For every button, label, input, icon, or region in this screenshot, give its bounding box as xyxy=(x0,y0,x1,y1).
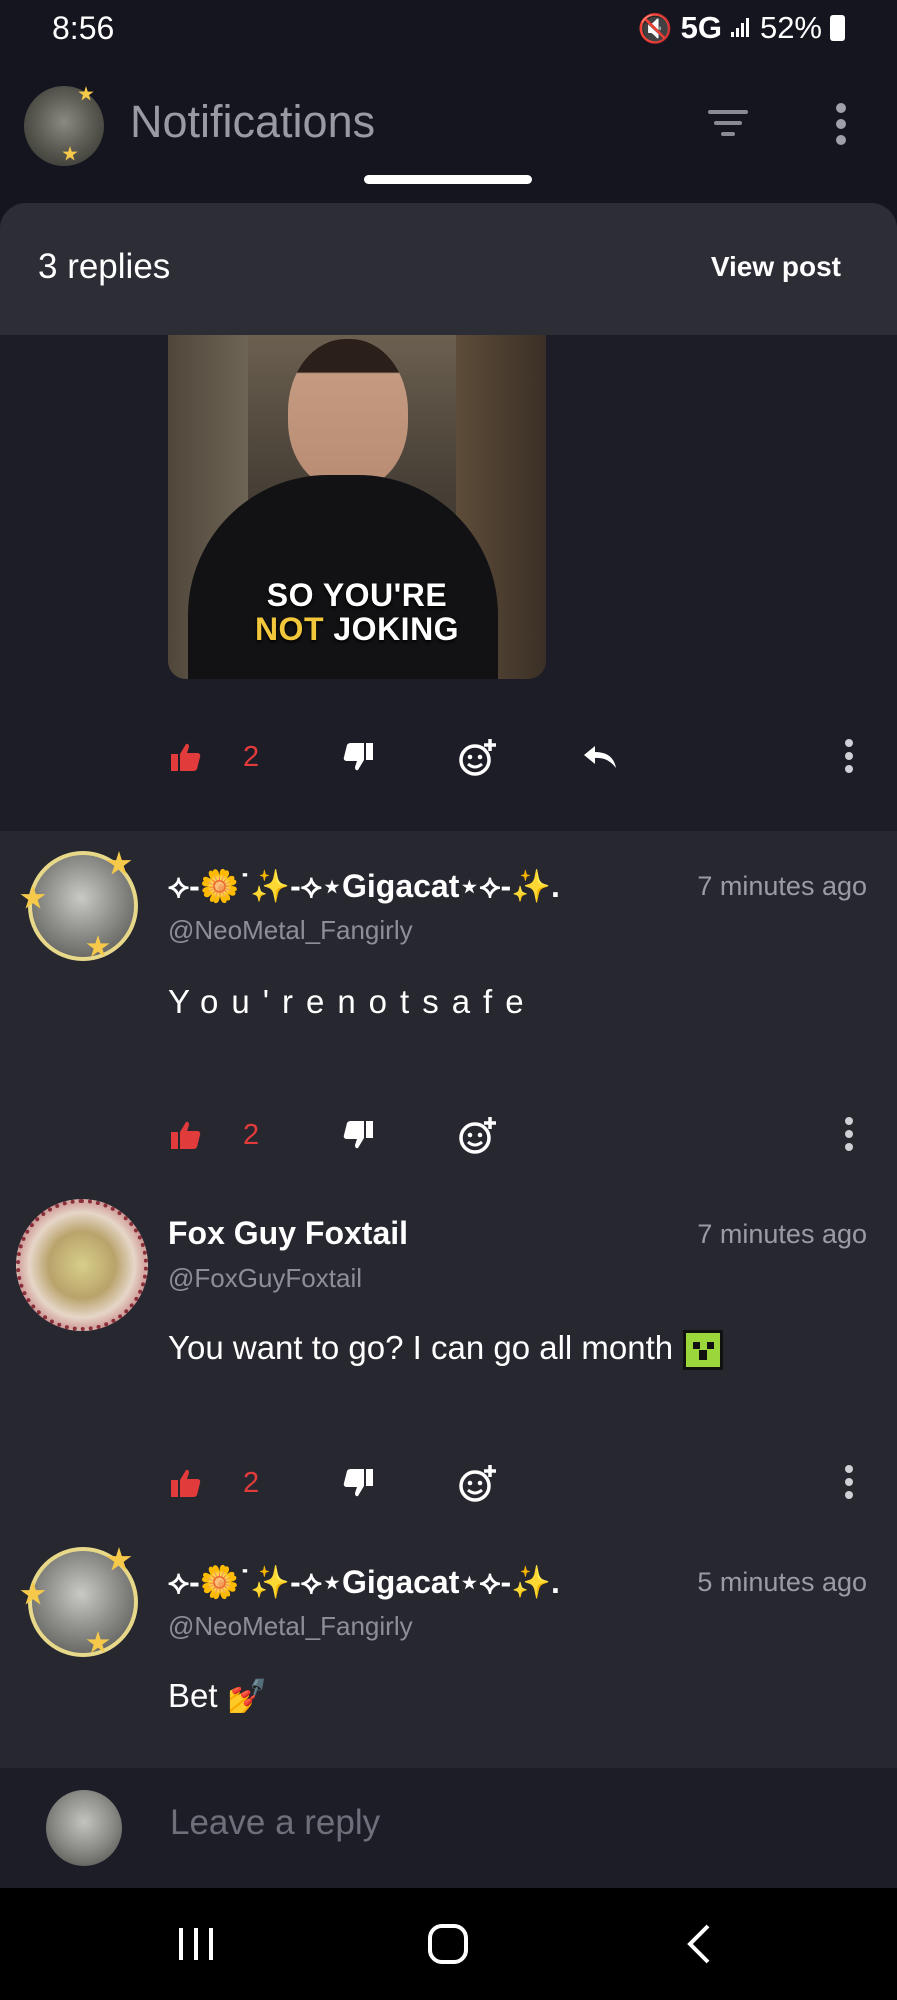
view-post-button[interactable]: View post xyxy=(711,251,841,283)
comment-text: You want to go? I can go all month xyxy=(168,1329,674,1366)
star-icon xyxy=(62,146,78,161)
more-vert-icon[interactable] xyxy=(845,739,855,778)
back-icon xyxy=(687,1924,710,1964)
home-icon xyxy=(428,1924,468,1964)
more-vert-icon[interactable] xyxy=(836,103,846,151)
add-reaction-button[interactable] xyxy=(458,727,498,787)
comment-text-row: You want to go? I can go all month xyxy=(168,1329,724,1371)
app-header: Notifications xyxy=(0,62,897,190)
comment-actions: 2 xyxy=(0,1453,897,1513)
mute-icon: 🔇 xyxy=(637,12,673,44)
status-icons: 🔇 5G 52% xyxy=(638,10,845,46)
more-vert-icon[interactable] xyxy=(845,1465,855,1504)
comment-text: You'renotsafe xyxy=(168,983,537,1020)
profile-avatar[interactable] xyxy=(24,86,104,166)
status-bar: 8:56 🔇 5G 52% xyxy=(0,0,897,62)
like-button[interactable] xyxy=(170,1105,202,1165)
recent-apps-button[interactable] xyxy=(176,1918,216,1970)
comment-author[interactable]: ⟡-🌼˙✨-⟡⋆Gigacat⋆⟡-✨. xyxy=(168,1563,560,1602)
comment-handle[interactable]: @NeoMetal_Fangirly xyxy=(168,915,413,946)
add-reaction-icon xyxy=(459,739,496,776)
reply-icon xyxy=(584,746,616,768)
status-time: 8:56 xyxy=(52,10,115,46)
comment-item: Fox Guy Foxtail 7 minutes ago @FoxGuyFox… xyxy=(0,1179,897,1527)
system-nav-bar xyxy=(0,1888,897,2000)
dislike-button[interactable] xyxy=(342,727,374,787)
gif-caption-highlight: NOT xyxy=(254,611,324,647)
avatar[interactable] xyxy=(16,1199,148,1331)
signal-icon xyxy=(730,10,752,46)
comment-author[interactable]: ⟡-🌼˙✨-⟡⋆Gigacat⋆⟡-✨. xyxy=(168,867,560,906)
comment-text: Bet 💅 xyxy=(168,1677,268,1714)
reply-button[interactable] xyxy=(582,727,618,787)
add-reaction-icon xyxy=(459,1465,496,1502)
back-button[interactable] xyxy=(684,1918,714,1970)
post-actions: 2 xyxy=(0,727,897,787)
avatar[interactable] xyxy=(20,1547,138,1657)
thumbs-up-icon xyxy=(171,1469,201,1497)
like-count: 2 xyxy=(243,740,260,773)
replies-count: 3 replies xyxy=(38,247,171,286)
dislike-button[interactable] xyxy=(342,1105,374,1165)
page-title: Notifications xyxy=(130,96,376,147)
star-icon xyxy=(78,86,94,101)
comment-item: ⟡-🌼˙✨-⟡⋆Gigacat⋆⟡-✨. 7 minutes ago @NeoM… xyxy=(0,831,897,1179)
home-button[interactable] xyxy=(426,1918,470,1970)
add-reaction-button[interactable] xyxy=(458,1105,498,1165)
like-button[interactable] xyxy=(170,1453,202,1513)
gif-person xyxy=(288,339,408,489)
reply-bar xyxy=(0,1768,897,1888)
parent-post: SO YOU'RE NOT JOKING 2 xyxy=(0,335,897,831)
reply-input[interactable] xyxy=(168,1802,822,1844)
comment-time: 7 minutes ago xyxy=(697,871,867,901)
thumbs-down-icon xyxy=(343,1121,373,1149)
gif-caption-line2: NOT JOKING xyxy=(168,611,546,648)
replies-sheet: 3 replies View post SO YOU'RE NOT JOKING… xyxy=(0,203,897,2000)
dislike-button[interactable] xyxy=(342,1453,374,1513)
avatar[interactable] xyxy=(20,851,138,961)
thumbs-up-icon xyxy=(171,743,201,771)
like-count: 2 xyxy=(243,1466,260,1499)
star-icon xyxy=(20,885,46,909)
thumbs-down-icon xyxy=(343,743,373,771)
comment-handle[interactable]: @FoxGuyFoxtail xyxy=(168,1263,362,1294)
star-icon xyxy=(86,935,110,957)
creeper-emoji-icon xyxy=(683,1330,724,1371)
more-vert-icon[interactable] xyxy=(845,1117,855,1156)
like-count: 2 xyxy=(243,1118,260,1151)
network-label: 5G xyxy=(680,10,722,45)
gif-image[interactable]: SO YOU'RE NOT JOKING xyxy=(168,335,546,679)
comment-actions: 2 xyxy=(0,1105,897,1165)
battery-icon xyxy=(830,15,845,41)
add-reaction-icon xyxy=(459,1117,496,1154)
comment-time: 5 minutes ago xyxy=(697,1567,867,1597)
comment-author[interactable]: Fox Guy Foxtail xyxy=(168,1215,408,1252)
comment-time: 7 minutes ago xyxy=(697,1219,867,1249)
avatar xyxy=(46,1790,122,1866)
recent-apps-icon xyxy=(179,1928,213,1960)
star-icon xyxy=(106,851,132,875)
gif-caption-line1: SO YOU'RE xyxy=(266,577,448,613)
filter-icon[interactable] xyxy=(706,102,750,142)
thumbs-up-icon xyxy=(171,1121,201,1149)
drag-handle[interactable] xyxy=(364,175,532,184)
comment-item: ⟡-🌼˙✨-⟡⋆Gigacat⋆⟡-✨. 5 minutes ago @NeoM… xyxy=(0,1527,897,1767)
star-icon xyxy=(86,1631,110,1653)
comment-handle[interactable]: @NeoMetal_Fangirly xyxy=(168,1611,413,1642)
sheet-header: 3 replies View post xyxy=(0,203,897,335)
add-reaction-button[interactable] xyxy=(458,1453,498,1513)
gif-caption-rest: JOKING xyxy=(333,611,460,647)
thumbs-down-icon xyxy=(343,1469,373,1497)
battery-percent: 52% xyxy=(759,10,822,45)
like-button[interactable] xyxy=(170,727,202,787)
star-icon xyxy=(106,1547,132,1571)
star-icon xyxy=(20,1581,46,1605)
